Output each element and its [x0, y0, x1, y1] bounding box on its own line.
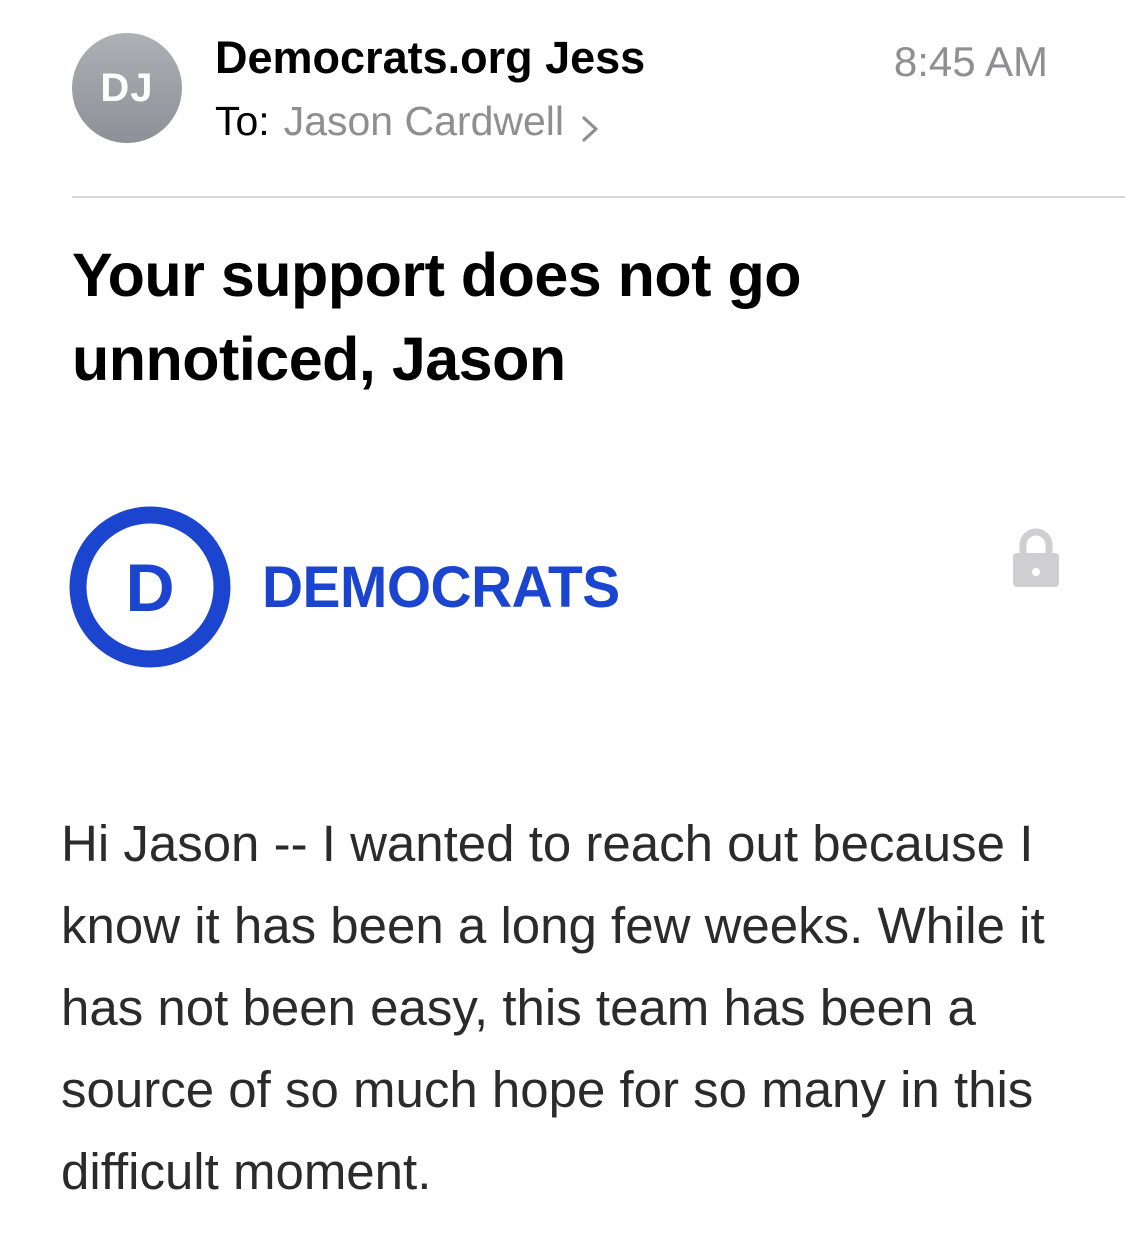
email-body-paragraph: Hi Jason -- I wanted to reach out becaus… [61, 815, 1045, 1200]
sender-name[interactable]: Democrats.org Jess [215, 32, 645, 84]
democrats-d-mark-icon: D [69, 506, 231, 668]
timestamp: 8:45 AM [893, 38, 1048, 85]
recipient-name[interactable]: Jason Cardwell [284, 98, 564, 145]
to-label: To: [215, 98, 270, 144]
email-header: DJ Democrats.org Jess 8:45 AM To: Jason … [0, 0, 1125, 197]
chevron-right-icon[interactable] [580, 107, 600, 142]
recipient-row[interactable]: To: Jason Cardwell [215, 98, 600, 145]
header-divider [72, 196, 1125, 198]
email-subject: Your support does not go unnoticed, Jaso… [72, 241, 801, 393]
avatar[interactable]: DJ [72, 33, 182, 143]
democrats-logo[interactable]: D DEMOCRATS [68, 505, 627, 669]
logo-mark-letter: D [125, 550, 174, 626]
logo-wordmark: DEMOCRATS [262, 554, 620, 620]
lock-icon [1012, 528, 1060, 593]
